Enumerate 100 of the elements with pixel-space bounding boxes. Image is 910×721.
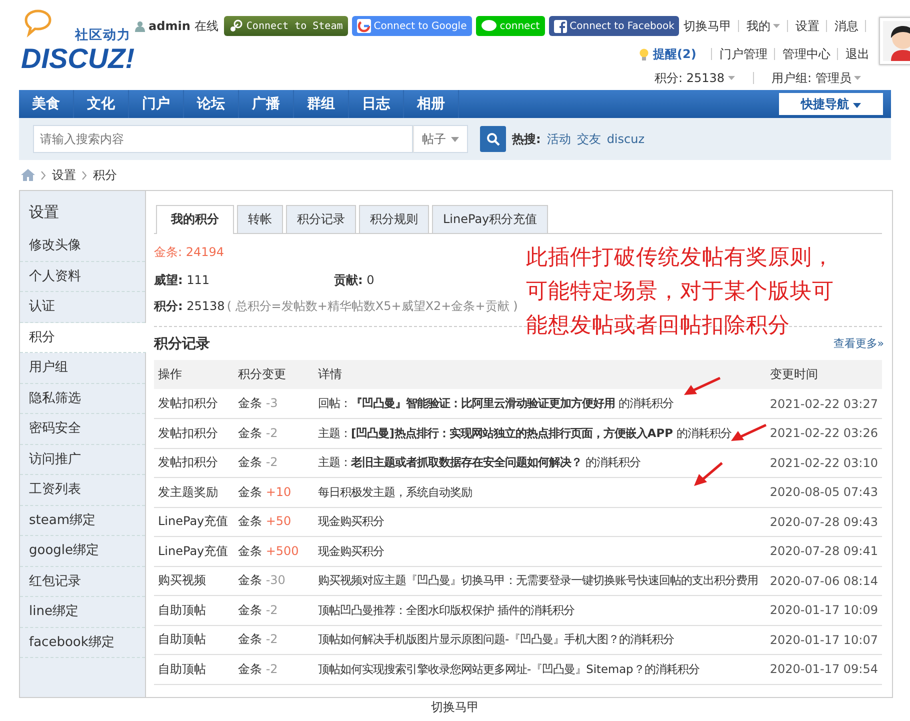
table-cell: 金条 -2: [238, 662, 278, 676]
connect-button[interactable]: Connect to Steam: [224, 16, 348, 36]
top-link[interactable]: 消息: [834, 18, 858, 34]
table-cell: 发主题奖励: [158, 484, 218, 499]
notice-link[interactable]: 提醒(2): [653, 46, 696, 62]
tab[interactable]: LinePay积分充值: [432, 205, 548, 233]
table-cell: LinePay充值: [158, 544, 228, 558]
home-icon[interactable]: [21, 169, 35, 181]
table-cell: 发帖扣积分: [158, 396, 218, 410]
table-cell: 现金购买积分: [318, 514, 384, 528]
column-header: 积分变更: [234, 360, 314, 389]
admin-link[interactable]: 退出: [845, 46, 870, 62]
sidebar-item[interactable]: facebook绑定: [20, 628, 145, 658]
table-cell: 金条 -2: [238, 426, 278, 440]
table-cell: 购买视频对应主题『凹凸曼』切换马甲：无需要登录一键切换账号快速回帖的支出积分费用: [318, 573, 758, 588]
view-more-link[interactable]: 查看更多»: [833, 336, 884, 351]
dropdown-caret-icon[interactable]: [773, 24, 780, 28]
table-cell: 顶帖凹凸曼推荐：全图水印版权保护 插件的消耗积分: [318, 602, 575, 617]
table-cell: 回帖：『凹凸曼』智能验证：比阿里云滑动验证更加方便好用 的消耗积分: [318, 396, 674, 410]
table-cell: 2020-07-28 09:43: [770, 514, 878, 529]
table-cell: 2021-02-22 03:26: [770, 426, 878, 440]
table-cell: LinePay充值: [158, 514, 228, 528]
speech-bubble-icon: [23, 8, 53, 38]
table-cell: 金条 -2: [238, 455, 278, 470]
table-cell: 2020-01-17 09:54: [770, 662, 878, 676]
table-cell: 金条 -3: [238, 396, 278, 410]
dropdown-caret-icon: [451, 136, 459, 142]
search-type-select[interactable]: 帖子: [413, 125, 468, 153]
hot-search-link[interactable]: discuz: [606, 132, 645, 146]
top-link[interactable]: 设置: [795, 18, 820, 34]
search-field[interactable]: 请输入搜索内容: [33, 125, 413, 153]
table-cell: 金条 -2: [238, 632, 278, 646]
sidebar-item[interactable]: 用户组: [20, 353, 145, 384]
facebook-logo-icon: [554, 20, 567, 32]
tab[interactable]: 转帐: [237, 205, 283, 233]
sidebar-item[interactable]: 密码安全: [20, 414, 145, 444]
annotation-arrow: [731, 424, 767, 441]
table-cell: 顶帖如何解决手机版图片显示原图问题-『凹凸曼』手机大图？的消耗积分: [318, 632, 674, 646]
user-icon: [134, 20, 145, 32]
online-status: 在线: [194, 18, 218, 34]
table-cell: 金条 +10: [238, 484, 292, 499]
stats-link[interactable]: 积分: 25138: [654, 70, 724, 86]
section-title: 积分记录: [154, 334, 210, 352]
admin-link[interactable]: 管理中心: [782, 46, 830, 62]
table-cell: 2021-02-22 03:10: [770, 456, 878, 470]
balance-credit: 金条: 24194: [154, 244, 224, 260]
search-button[interactable]: [480, 126, 506, 152]
column-header: 操作: [154, 360, 234, 389]
top-link[interactable]: 我的: [746, 18, 770, 34]
table-cell: 主题：[凹凸曼]热点排行：实现网站独立的热点排行页面，方便嵌入APP 的消耗积分: [318, 426, 732, 440]
annotation-arrow: [694, 462, 723, 486]
chevron-icon: [82, 170, 87, 180]
sidebar-item[interactable]: 隐私筛选: [20, 384, 145, 414]
sidebar-item[interactable]: 个人资料: [20, 262, 145, 292]
dropdown-caret-icon[interactable]: [728, 76, 734, 80]
chevron-icon: [41, 170, 46, 180]
sidebar-item[interactable]: 工资列表: [20, 475, 145, 506]
table-cell: 现金购买积分: [318, 544, 384, 558]
hot-search-link[interactable]: 活动: [546, 130, 571, 148]
footer-link[interactable]: 切换马甲: [431, 700, 479, 715]
tab[interactable]: 积分记录: [286, 205, 356, 233]
quick-nav-button[interactable]: 快捷导航: [779, 93, 883, 115]
table-cell: 每日积极发主题，系统自动奖励: [318, 484, 472, 499]
dropdown-caret-icon[interactable]: [854, 76, 862, 80]
table-cell: 金条 +50: [238, 514, 292, 528]
sidebar-item[interactable]: google绑定: [20, 536, 145, 566]
caret-icon: [853, 102, 862, 108]
lightbulb-icon: [639, 48, 650, 60]
annotation-arrow: [684, 377, 721, 395]
logo-tagline: 社区动力: [75, 27, 131, 44]
stats-link[interactable]: 用户组: 管理员: [772, 70, 852, 86]
hot-search-link[interactable]: 交友: [576, 130, 601, 148]
tab[interactable]: 我的积分: [156, 205, 234, 234]
google-logo-icon: [356, 19, 371, 33]
table-cell: 金条 -2: [238, 602, 278, 617]
sidebar-item[interactable]: line绑定: [20, 597, 145, 628]
username-link[interactable]: admin: [148, 19, 190, 33]
breadcrumb-link[interactable]: 积分: [93, 166, 117, 184]
table-cell: 自助顶帖: [158, 632, 206, 646]
chat-bubble-icon: [480, 20, 497, 32]
table-cell: 2020-01-17 10:07: [770, 632, 878, 647]
tab[interactable]: 积分规则: [359, 205, 429, 233]
logo-wordmark[interactable]: DISCUZ!: [21, 44, 135, 74]
table-cell: 金条 +500: [238, 544, 299, 558]
connect-button[interactable]: Connect to Facebook: [548, 16, 680, 36]
table-cell: 自助顶帖: [158, 602, 206, 617]
breadcrumb-link[interactable]: 设置: [52, 166, 76, 184]
table-cell: 发帖扣积分: [158, 455, 218, 470]
sidebar-item[interactable]: 红包记录: [20, 566, 145, 597]
top-link[interactable]: 切换马甲: [683, 18, 732, 34]
sidebar-item[interactable]: 访问推广: [20, 444, 145, 475]
sidebar-item[interactable]: 积分: [20, 322, 146, 353]
admin-link[interactable]: 门户管理: [719, 46, 768, 62]
table-cell: 2020-07-28 09:41: [770, 544, 878, 558]
table-cell: 金条 -30: [238, 573, 286, 588]
sidebar-item[interactable]: 修改头像: [20, 231, 145, 262]
table-cell: 2020-07-06 08:14: [770, 574, 878, 588]
table-cell: 购买视频: [158, 573, 206, 588]
annotation-text: 此插件打破传统发帖有奖原则， 可能特定场景，对于某个版块可 能想发帖或者回帖扣除积分: [526, 244, 834, 338]
sidebar-item[interactable]: steam绑定: [20, 506, 145, 536]
